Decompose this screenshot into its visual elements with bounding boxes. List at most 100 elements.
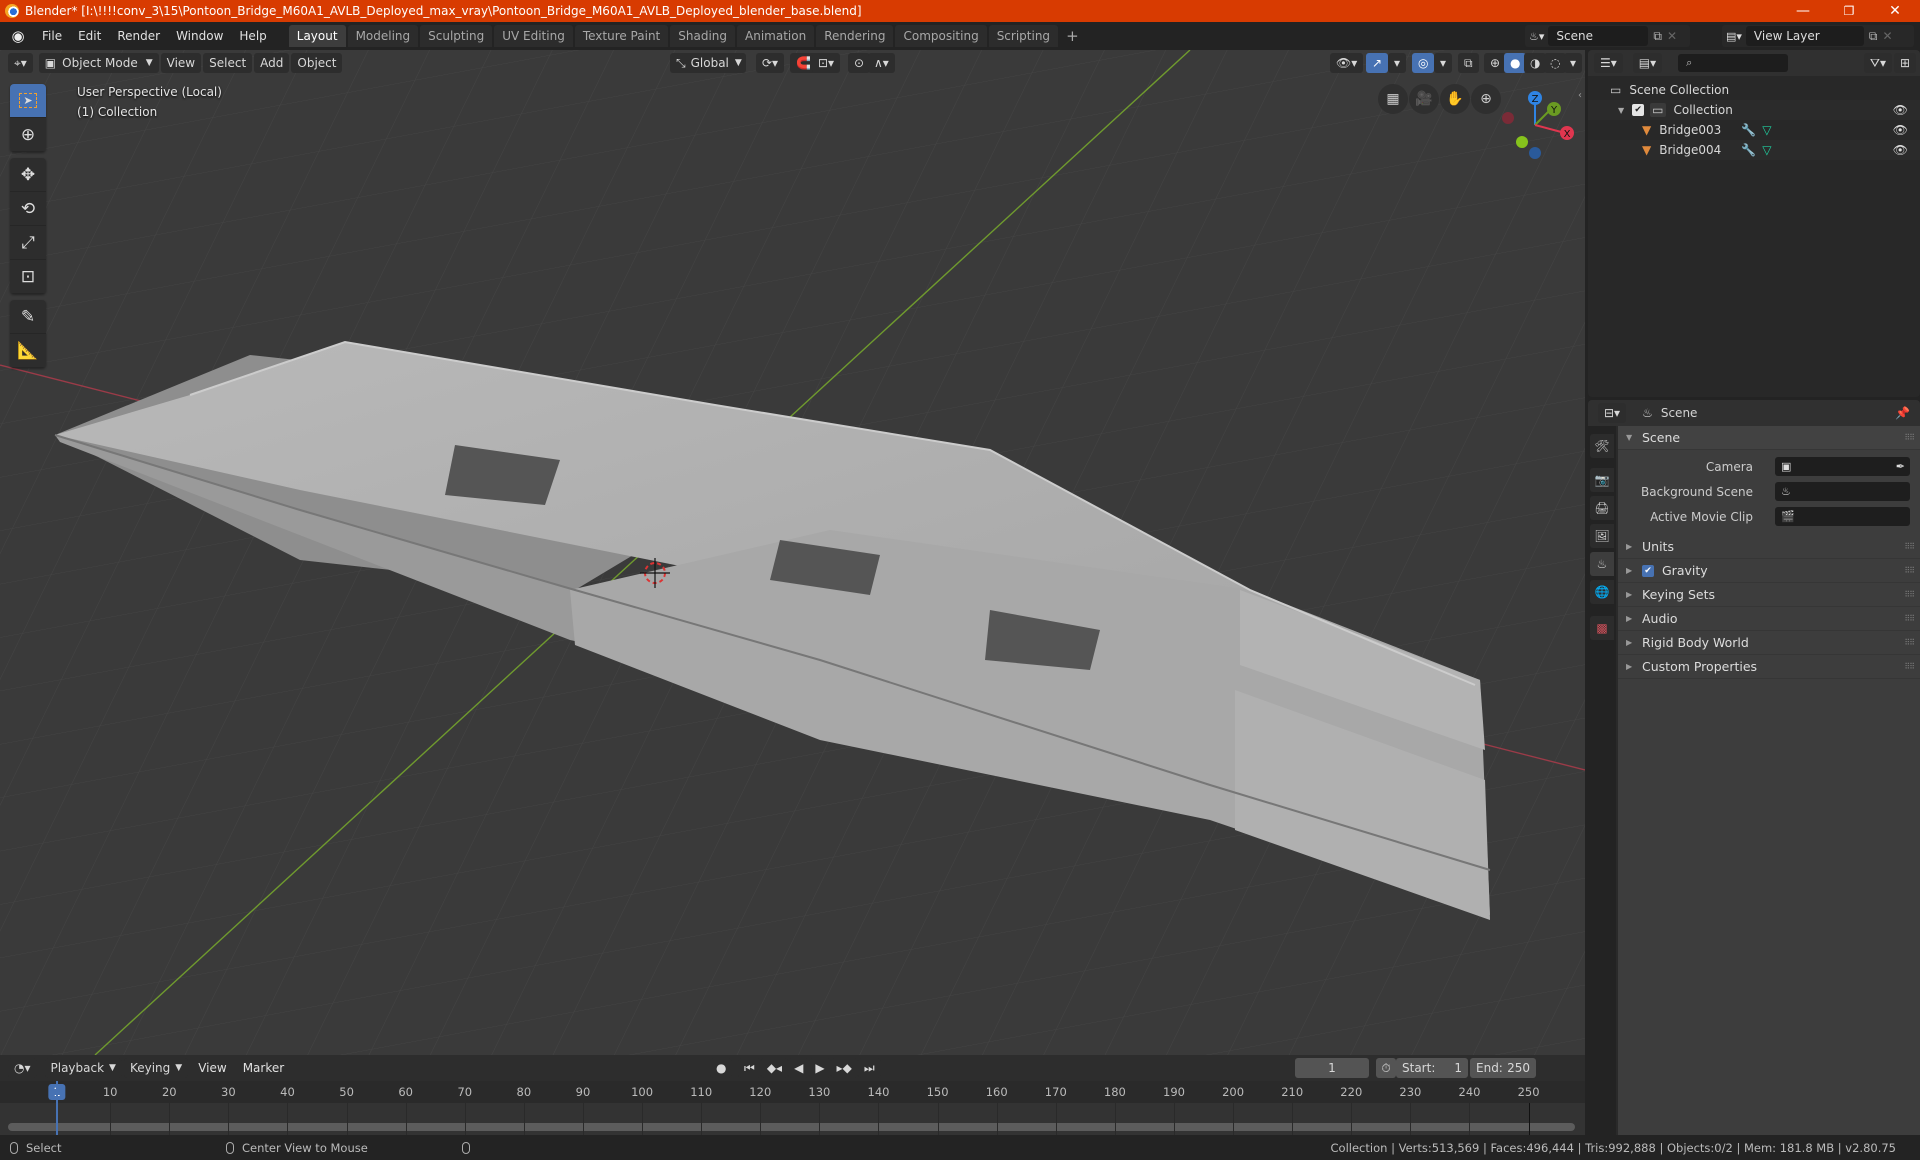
measure-tool[interactable]: 📐 (10, 334, 46, 368)
3d-viewport[interactable] (0, 50, 1585, 1055)
snap-target-button[interactable]: ⊡▾ (812, 53, 841, 73)
modifier-wrench-icon[interactable]: 🔧 (1741, 143, 1756, 157)
outliner-editor-type[interactable]: ☰▾ (1594, 53, 1623, 73)
texture-tab-icon[interactable]: ▩ (1590, 616, 1614, 640)
gravity-checkbox[interactable]: ✔ (1642, 564, 1654, 577)
outliner-object-row[interactable]: ▼ Bridge004 🔧 ▽ 👁 (1588, 140, 1920, 160)
proportional-falloff-button[interactable]: ∧▾ (868, 53, 895, 73)
pin-icon[interactable]: 📌 (1895, 406, 1910, 420)
select-box-tool[interactable]: ➤ (10, 84, 46, 118)
menu-file[interactable]: File (34, 22, 70, 50)
transform-tool[interactable]: ⊡ (10, 260, 46, 294)
outliner-object-row[interactable]: ▼ Bridge003 🔧 ▽ 👁 (1588, 120, 1920, 140)
playback-dropdown[interactable]: Playback ▼ (44, 1058, 122, 1078)
menu-select[interactable]: Select (203, 53, 253, 73)
collection-exclude-checkbox[interactable]: ✔ (1632, 104, 1645, 116)
drag-handle-icon[interactable]: ⠿⠿ (1904, 590, 1915, 599)
render-tab-icon[interactable]: 📷 (1590, 468, 1614, 492)
menu-add[interactable]: Add (254, 53, 290, 73)
display-mode-dropdown[interactable]: ▤▾ (1632, 53, 1663, 73)
overlay-toggle[interactable]: ◎ (1412, 53, 1435, 73)
scale-tool[interactable]: ⤢ (10, 226, 46, 260)
neg-y-axis-handle[interactable] (1516, 136, 1528, 148)
transform-orientation-dropdown[interactable]: ⤡ Global ▼ (670, 53, 746, 73)
drag-handle-icon[interactable]: ⠿⠿ (1904, 566, 1915, 575)
auto-keying-toggle[interactable]: ● (710, 1058, 733, 1078)
pivot-point-button[interactable]: ⟳▾ (756, 53, 785, 73)
current-frame-field[interactable]: 1 (1295, 1058, 1369, 1078)
panel-gravity-header[interactable]: ▶ ✔ Gravity ⠿⠿ (1618, 559, 1920, 583)
play-reverse-button[interactable]: ◀ (788, 1058, 810, 1078)
proportional-edit-toggle[interactable]: ⊙ (848, 53, 871, 73)
scene-name-field[interactable]: Scene (1548, 26, 1649, 46)
tab-layout[interactable]: Layout (288, 25, 346, 47)
visibility-eye-icon[interactable]: 👁 (1893, 103, 1908, 117)
jump-to-end-button[interactable]: ⏭ (857, 1058, 881, 1078)
keying-dropdown[interactable]: Keying ▼ (123, 1058, 189, 1078)
scene-icon[interactable]: ♨▾ (1525, 30, 1548, 43)
rotate-tool[interactable]: ⟲ (10, 192, 46, 226)
scene-tab-icon[interactable]: ♨ (1590, 552, 1614, 576)
timeline-scrollbar[interactable] (8, 1123, 1575, 1131)
panel-custom-properties-header[interactable]: ▶ Custom Properties ⠿⠿ (1618, 655, 1920, 679)
menu-render[interactable]: Render (109, 22, 168, 50)
blender-menu-icon[interactable]: ◉ (8, 26, 28, 46)
preview-range-toggle[interactable]: ⏱ (1376, 1058, 1396, 1078)
menu-view[interactable]: View (160, 53, 202, 73)
prev-keyframe-button[interactable]: ◆◂ (760, 1058, 789, 1078)
filter-dropdown[interactable]: ⛛▾ (1863, 53, 1892, 73)
shading-dropdown[interactable]: ▾ (1564, 53, 1583, 73)
gizmo-dropdown[interactable]: ▾ (1388, 53, 1407, 73)
panel-rigid-body-world-header[interactable]: ▶ Rigid Body World ⠿⠿ (1618, 631, 1920, 655)
editor-type-button[interactable]: ⌖▾ (8, 53, 33, 73)
world-tab-icon[interactable]: 🌐 (1590, 580, 1614, 604)
next-keyframe-button[interactable]: ▸◆ (830, 1058, 858, 1078)
tab-uv-editing[interactable]: UV Editing (494, 25, 573, 47)
tab-animation[interactable]: Animation (737, 25, 815, 47)
timeline-menu-marker[interactable]: Marker (235, 1054, 292, 1082)
timeline-menu-view[interactable]: View (190, 1054, 234, 1082)
move-tool[interactable]: ✥ (10, 158, 46, 192)
maximize-button[interactable]: ❐ (1826, 0, 1872, 22)
background-scene-field[interactable]: ♨ (1775, 482, 1910, 501)
tab-texture-paint[interactable]: Texture Paint (574, 25, 669, 47)
panel-audio-header[interactable]: ▶ Audio ⠿⠿ (1618, 607, 1920, 631)
properties-editor-type[interactable]: ⊟▾ (1598, 403, 1627, 423)
tool-tab-icon[interactable]: 🛠 (1590, 434, 1614, 458)
drag-handle-icon[interactable]: ⠿⠿ (1904, 433, 1915, 442)
menu-edit[interactable]: Edit (70, 22, 109, 50)
tab-modeling[interactable]: Modeling (347, 25, 419, 47)
mode-dropdown[interactable]: ▣ Object Mode ▼ (38, 53, 159, 73)
new-view-layer-icon[interactable]: ⧉ (1864, 29, 1883, 44)
expand-triangle-icon[interactable]: ▼ (1618, 106, 1624, 115)
toggle-ortho-grid-icon[interactable]: ▦ (1378, 84, 1408, 114)
panel-units-header[interactable]: ▶ Units ⠿⠿ (1618, 535, 1920, 559)
add-workspace-button[interactable]: + (1060, 25, 1085, 47)
tab-compositing[interactable]: Compositing (895, 25, 987, 47)
shading-wireframe[interactable]: ⊕ (1484, 53, 1507, 73)
drag-handle-icon[interactable]: ⠿⠿ (1904, 542, 1915, 551)
new-collection-button[interactable]: ⊞ (1893, 53, 1916, 73)
close-button[interactable]: ✕ (1872, 0, 1918, 22)
modifier-wrench-icon[interactable]: 🔧 (1741, 123, 1756, 137)
tab-shading[interactable]: Shading (670, 25, 735, 47)
neg-x-axis-handle[interactable] (1502, 112, 1514, 124)
drag-handle-icon[interactable]: ⠿⠿ (1904, 662, 1915, 671)
annotate-tool[interactable]: ✎ (10, 300, 46, 334)
play-button[interactable]: ▶ (809, 1058, 831, 1078)
end-frame-field[interactable]: End: 250 (1470, 1058, 1536, 1078)
visibility-eye-icon[interactable]: 👁 (1893, 123, 1908, 137)
timeline-tracks[interactable] (0, 1103, 1585, 1135)
delete-view-layer-icon[interactable]: ✕ (1883, 29, 1893, 43)
new-scene-icon[interactable]: ⧉ (1648, 29, 1667, 44)
delete-scene-icon[interactable]: ✕ (1667, 29, 1677, 43)
panel-scene-header[interactable]: ▼ Scene ⠿⠿ (1618, 426, 1920, 450)
outliner-search-input[interactable]: ⌕ (1678, 54, 1789, 72)
active-movie-clip-field[interactable]: 🎬 (1775, 507, 1910, 526)
visibility-eye-icon[interactable]: 👁 (1893, 143, 1908, 157)
overlay-dropdown[interactable]: ▾ (1434, 53, 1453, 73)
outliner-collection[interactable]: ▼ ✔ ▭ Collection 👁 (1588, 100, 1920, 120)
navigation-gizmo[interactable]: Z Y X (1490, 80, 1585, 165)
selectability-visibility-button[interactable]: 👁▾ (1330, 53, 1364, 73)
drag-handle-icon[interactable]: ⠿⠿ (1904, 614, 1915, 623)
